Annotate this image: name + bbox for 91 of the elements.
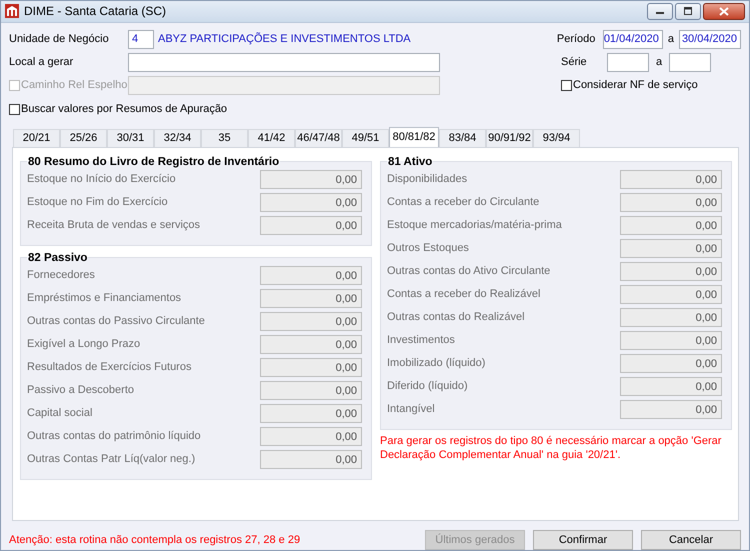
action-button[interactable]: Confirmar (533, 530, 633, 550)
field-label: Unidade de Negócio (9, 33, 110, 46)
value-field[interactable]: 0,00 (260, 192, 362, 212)
value-field[interactable]: 0,00 (620, 262, 722, 281)
field-label: Fornecedores (27, 269, 95, 282)
value-field[interactable]: 0,00 (260, 404, 362, 423)
close-button[interactable] (703, 2, 745, 20)
field-label: Capital social (27, 407, 92, 420)
field-label: Local a gerar (9, 56, 74, 68)
value-field[interactable]: 0,00 (620, 216, 722, 235)
value-field[interactable]: 0,00 (260, 380, 362, 400)
maximize-icon (683, 7, 693, 16)
field-label: Outras contas do Ativo Circulante (387, 265, 550, 278)
value-field[interactable]: 0,00 (620, 330, 722, 350)
checkbox[interactable] (9, 104, 20, 115)
field-label: Imobilizado (líquido) (387, 357, 486, 370)
tab[interactable]: 90/91/92 (486, 128, 533, 147)
value-field[interactable]: 0,00 (620, 284, 722, 304)
checkbox-label: Considerar NF de serviço (573, 79, 698, 92)
field-label: Resultados de Exercícios Futuros (27, 361, 192, 374)
field-label: Investimentos (387, 334, 455, 346)
value-field[interactable]: 0,00 (260, 450, 362, 469)
value-field[interactable]: 0,00 (260, 312, 362, 331)
note-text: Para gerar os registros do tipo 80 é necessário marcar a opção 'Gerar Declaração Complementar Anual' na guia '20/21'. (380, 434, 722, 462)
value-field[interactable]: 0,00 (620, 400, 722, 419)
tab[interactable]: 93/94 (533, 128, 580, 147)
field-label: Passivo a Descoberto (27, 384, 134, 396)
tab[interactable]: 35 (201, 128, 248, 147)
input-field[interactable] (128, 52, 440, 72)
group-title: 80 Resumo do Livro de Registro de Inventário (27, 156, 280, 168)
close-icon (719, 6, 729, 16)
maximize-button[interactable] (675, 2, 701, 20)
input-field[interactable] (607, 52, 649, 72)
action-button[interactable]: Cancelar (641, 530, 741, 550)
checkbox[interactable] (561, 80, 572, 91)
tab[interactable]: 25/26 (60, 128, 107, 147)
field-label: Contas a receber do Realizável (387, 288, 540, 300)
checkbox-label: Caminho Rel Espelho (21, 79, 128, 92)
input-field[interactable] (128, 76, 440, 95)
field-label: Estoque mercadorias/matéria-prima (387, 219, 562, 232)
input-field[interactable] (669, 52, 712, 72)
unit-name: ABYZ PARTICIPAÇÕES E INVESTIMENTOS LTDA (158, 33, 411, 46)
unit-code-field[interactable]: 4 (128, 30, 154, 49)
field-label: Outras Contas Patr Líq(valor neg.) (27, 453, 196, 466)
window-title: DIME - Santa Cataria (SC) (24, 4, 168, 18)
value-field[interactable]: 0,00 (620, 376, 722, 396)
value-field[interactable]: 0,00 (260, 266, 362, 285)
tab[interactable]: 30/31 (107, 128, 154, 147)
group-title: 82 Passivo (27, 252, 88, 264)
value-field[interactable]: 0,00 (260, 216, 362, 235)
tab[interactable]: 32/34 (154, 128, 201, 147)
value-field[interactable]: 0,00 (260, 358, 362, 377)
value-field[interactable]: 0,00 (260, 288, 362, 308)
field-label: Outras contas do Passivo Circulante (27, 315, 205, 328)
value-field[interactable]: 0,00 (260, 426, 362, 446)
field-label: Período (556, 33, 596, 46)
field-label: Outras contas do Realizável (387, 311, 525, 324)
field-label: Estoque no Início do Exercício (27, 173, 176, 186)
range-separator: a (666, 33, 675, 46)
tab[interactable]: 80/81/82 (389, 126, 439, 147)
date-field[interactable]: 30/04/2020 (679, 30, 741, 49)
tab[interactable]: 20/21 (13, 128, 60, 147)
value-field[interactable]: 0,00 (260, 334, 362, 354)
value-field[interactable]: 0,00 (620, 308, 722, 327)
field-label: Exigível a Longo Prazo (27, 338, 140, 350)
range-separator: a (655, 56, 664, 68)
tab[interactable]: 83/84 (439, 128, 486, 147)
field-label: Outras contas do patrimônio líquido (27, 430, 201, 442)
checkbox-label: Buscar valores por Resumos de Apuração (21, 103, 228, 116)
minimize-button[interactable] (647, 2, 673, 20)
value-field[interactable]: 0,00 (620, 192, 722, 212)
tab[interactable]: 41/42 (248, 128, 295, 147)
tab[interactable]: 46/47/48 (295, 128, 342, 147)
value-field[interactable]: 0,00 (260, 170, 362, 189)
field-label: Intangível (387, 403, 435, 416)
field-label: Contas a receber do Circulante (387, 196, 540, 208)
value-field[interactable]: 0,00 (620, 354, 722, 373)
field-label: Empréstimos e Financiamentos (27, 292, 182, 304)
app-icon (5, 4, 19, 18)
warning-text: Atenção: esta rotina não contempla os registros 27, 28 e 29 (9, 534, 302, 546)
value-field[interactable]: 0,00 (620, 238, 722, 258)
field-label: Estoque no Fim do Exercício (27, 196, 168, 208)
field-label: Diferido (líquido) (387, 380, 468, 392)
date-field[interactable]: 01/04/2020 (602, 30, 663, 49)
value-field[interactable]: 0,00 (620, 170, 722, 189)
field-label: Disponibilidades (387, 173, 468, 186)
field-label: Série (561, 56, 588, 68)
field-label: Receita Bruta de vendas e serviços (27, 219, 200, 232)
group-title: 81 Ativo (387, 156, 434, 168)
field-label: Outros Estoques (387, 242, 469, 254)
tab[interactable]: 49/51 (342, 128, 389, 147)
